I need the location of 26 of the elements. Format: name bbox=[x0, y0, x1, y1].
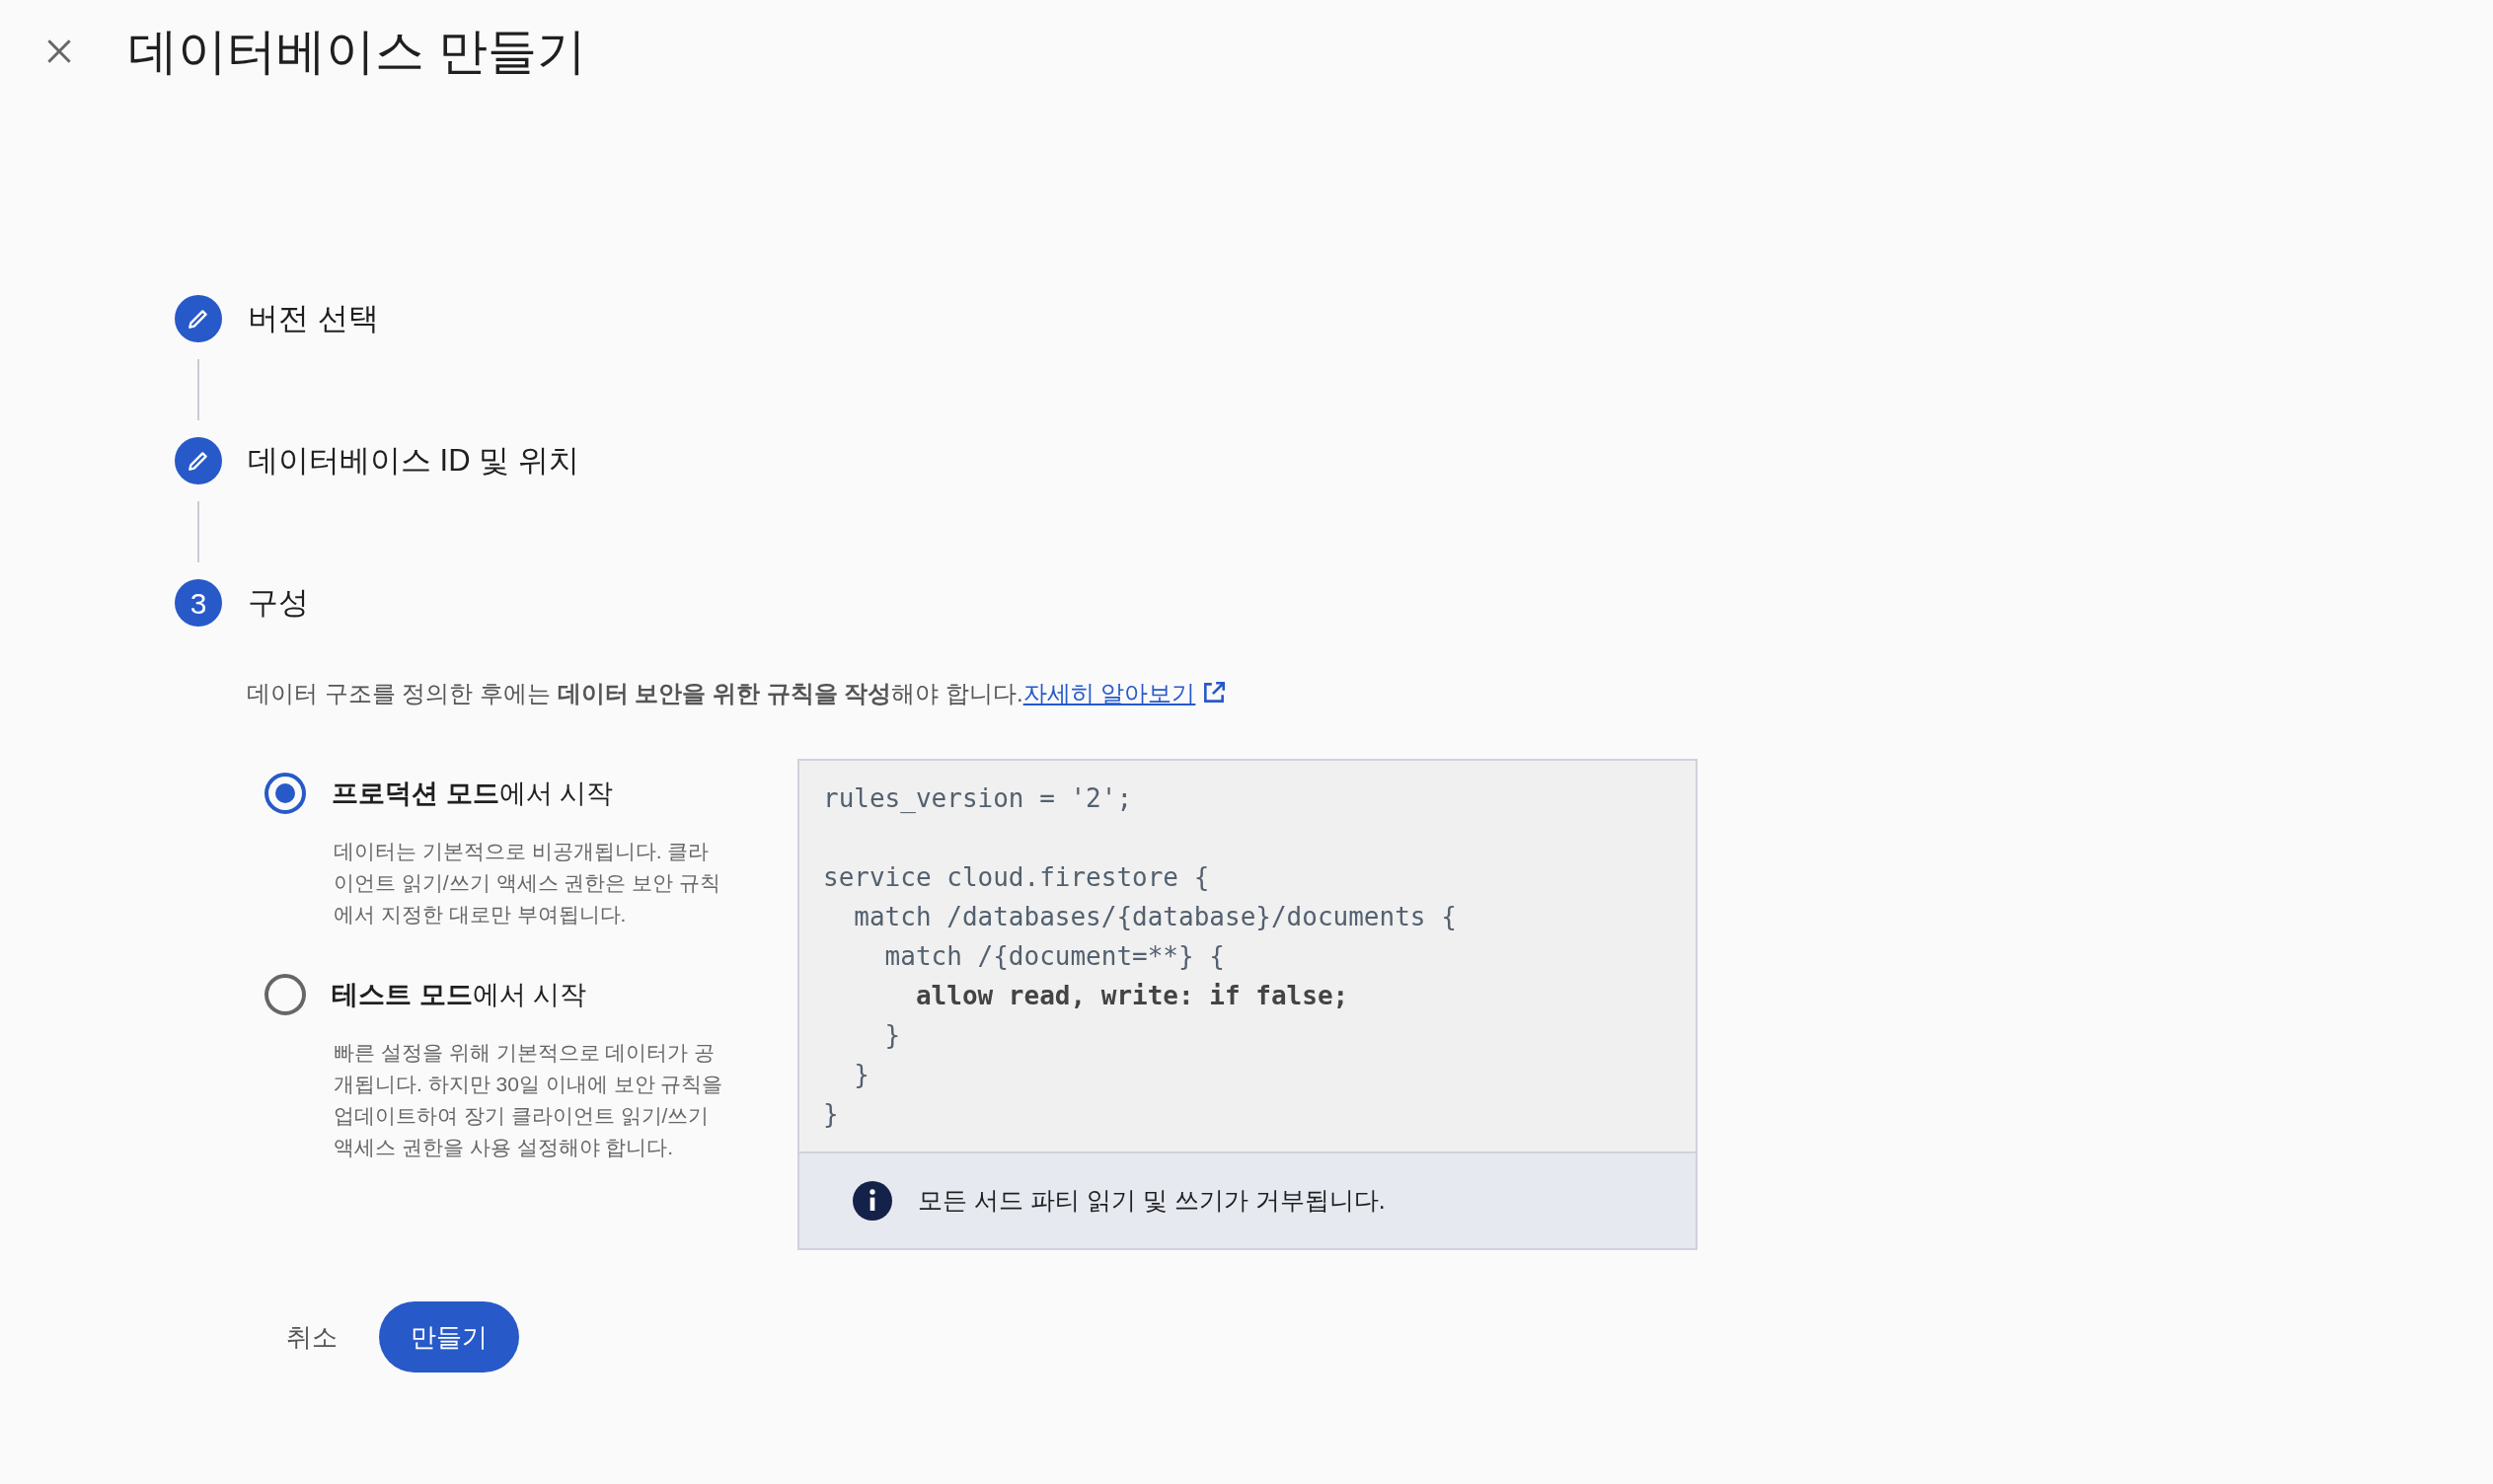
create-button[interactable]: 만들기 bbox=[379, 1301, 519, 1373]
learn-more-link[interactable]: 자세히 알아보기 bbox=[1022, 680, 1196, 706]
code-line: match /databases/{database}/documents { bbox=[853, 901, 1457, 933]
mode-description: 데이터는 기본적으로 비공개됩니다. 클라이언트 읽기/쓰기 액세스 권한은 보안 규칙에서 지정한 대로만 부여됩니다. bbox=[334, 839, 721, 928]
code-line: } bbox=[883, 1019, 901, 1052]
cancel-button[interactable]: 취소 bbox=[266, 1301, 357, 1373]
code-line: service cloud.firestore { bbox=[823, 861, 1210, 894]
step-label: 버전 선택 bbox=[248, 299, 379, 337]
code-line: match /{document=**} { bbox=[883, 940, 1225, 973]
step-number: 3 bbox=[175, 579, 222, 627]
mode-description: 빠른 설정을 위해 기본적으로 데이터가 공개됩니다. 하지만 30일 이내에 보안 규칙을 업데이트하여 장기 클라이언트 읽기/쓰기 액세스 권한을 사용 설정해야 합니다. bbox=[334, 1040, 724, 1160]
page-title: 데이터베이스 만들기 bbox=[128, 27, 586, 76]
radio-button[interactable] bbox=[264, 773, 306, 814]
step-label: 데이터베이스 ID 및 위치 bbox=[248, 441, 579, 480]
radio-button[interactable] bbox=[264, 974, 306, 1015]
code-line: } bbox=[853, 1059, 869, 1091]
external-link-icon bbox=[1201, 680, 1228, 705]
mode-title: 테스트 모드에서 시작 bbox=[332, 978, 587, 1011]
code-line: } bbox=[823, 1098, 839, 1131]
notice-text: 모든 서드 파티 읽기 및 쓰기가 거부됩니다. bbox=[918, 1185, 1386, 1217]
code-line: rules_version = '2'; bbox=[823, 782, 1133, 815]
mode-title: 프로덕션 모드에서 시작 bbox=[332, 777, 614, 810]
step-label: 구성 bbox=[248, 583, 309, 622]
info-icon bbox=[853, 1181, 892, 1221]
intro-text: 데이터 구조를 정의한 후에는 데이터 보안을 위한 규칙을 작성해야 합니다. bbox=[247, 680, 1023, 706]
code-line: allow read, write: if false; bbox=[914, 980, 1349, 1012]
